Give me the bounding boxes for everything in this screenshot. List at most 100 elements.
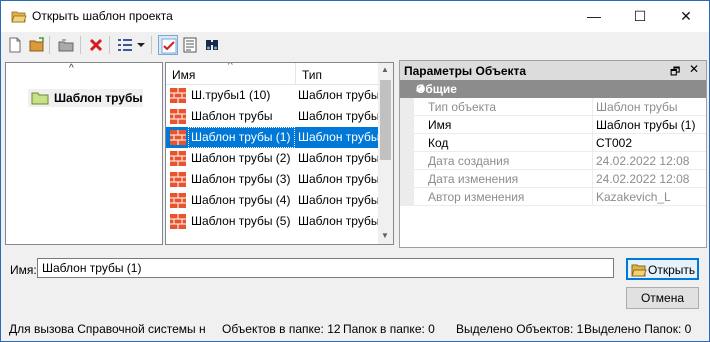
scroll-up-arrow-icon[interactable]: ▲ — [381, 65, 389, 74]
row-name: Ш.трубы1 (10) — [191, 88, 271, 102]
property-key: Автор изменения — [428, 190, 525, 204]
property-key: Дата изменения — [428, 172, 519, 186]
row-gutter — [400, 170, 414, 188]
sort-indicator-icon: ^ — [228, 62, 233, 71]
status-selected-objects: Выделено Объектов: 1 — [456, 322, 584, 336]
row-gutter — [400, 98, 414, 116]
name-input[interactable] — [37, 258, 614, 278]
property-value: Kazakevich_L — [596, 190, 671, 204]
dropdown-arrow-icon — [137, 43, 145, 47]
new-document-icon — [9, 37, 21, 53]
row-type: Шаблон трубы — [298, 193, 378, 207]
row-type: Шаблон трубы — [298, 172, 378, 186]
folder-icon — [31, 92, 49, 105]
tree-item-pipe-template[interactable]: Шаблон трубы — [28, 89, 143, 107]
property-divider — [592, 152, 593, 170]
property-row: Дата создания 24.02.2022 12:08 — [400, 152, 706, 170]
list-row[interactable]: Шаблон трубы (1) Шаблон трубы — [166, 127, 378, 148]
cancel-button[interactable]: Отмена — [626, 287, 699, 309]
view-list-button[interactable] — [115, 35, 135, 55]
property-row[interactable]: Код CT002 — [400, 134, 706, 152]
list-scrollbar[interactable]: ▲ ▼ — [378, 63, 393, 244]
property-divider — [592, 116, 593, 134]
property-divider — [592, 188, 593, 206]
properties-close-icon[interactable]: ✕ — [689, 62, 699, 76]
group-general[interactable]: ◢ Общие — [400, 80, 706, 98]
property-divider — [592, 170, 593, 188]
list-row[interactable]: Шаблон трубы (3) Шаблон трубы — [166, 169, 378, 190]
list-row[interactable]: Шаблон трубы (5) Шаблон трубы — [166, 211, 378, 232]
brick-icon — [170, 214, 186, 229]
tree-item-label: Шаблон трубы — [54, 91, 143, 105]
details-button[interactable] — [180, 35, 200, 55]
details-icon — [183, 37, 197, 53]
properties-title: Параметры Объекта — [404, 64, 527, 78]
find-icon — [206, 40, 218, 50]
row-gutter — [400, 116, 414, 134]
object-properties-panel: Параметры Объекта 🗗 ✕ ◢ Общие Тип объект… — [399, 60, 707, 248]
brick-icon — [170, 172, 186, 187]
row-type: Шаблон трубы — [298, 88, 378, 102]
new-folder-button[interactable] — [27, 35, 47, 55]
open-button[interactable]: Открыть — [626, 258, 699, 280]
property-divider — [592, 98, 593, 116]
folder-tree[interactable]: ^ Шаблон трубы — [5, 62, 163, 245]
scroll-down-arrow-icon[interactable]: ▼ — [381, 231, 389, 240]
folder-open-icon — [11, 11, 27, 23]
property-value: 24.02.2022 12:08 — [596, 172, 690, 186]
property-value[interactable]: CT002 — [596, 136, 632, 150]
title-bar[interactable]: Открыть шаблон проекта — ☐ ✕ — [1, 1, 709, 32]
find-button[interactable] — [202, 35, 222, 55]
group-label: Общие — [416, 82, 457, 96]
new-document-button[interactable] — [5, 35, 25, 55]
status-objects-count: Объектов в папке: 12 — [222, 322, 341, 336]
property-row: Автор изменения Kazakevich_L — [400, 188, 706, 206]
property-value: 24.02.2022 12:08 — [596, 154, 690, 168]
row-name: Шаблон трубы (2) — [191, 151, 291, 165]
property-key: Дата создания — [428, 154, 510, 168]
toolbar-separator — [49, 36, 50, 54]
brick-icon — [170, 193, 186, 208]
property-row: Дата изменения 24.02.2022 12:08 — [400, 170, 706, 188]
column-header-type[interactable]: Тип — [302, 68, 322, 82]
status-folders-count: Папок в папке: 0 — [343, 322, 435, 336]
list-row[interactable]: Шаблон трубы (4) Шаблон трубы — [166, 190, 378, 211]
list-row[interactable]: Ш.трубы1 (10) Шаблон трубы — [166, 85, 378, 106]
view-dropdown-button[interactable] — [135, 35, 147, 55]
minimize-button[interactable]: — — [571, 1, 617, 32]
brick-icon — [170, 88, 186, 103]
row-name: Шаблон трубы (3) — [191, 172, 291, 186]
template-list[interactable]: ^ Имя Тип Ш.трубы1 (10) Шаблон трубы Шабло… — [165, 62, 394, 245]
column-divider[interactable] — [295, 63, 296, 85]
delete-button[interactable] — [86, 35, 106, 55]
close-button[interactable]: ✕ — [663, 1, 709, 32]
row-name: Шаблон трубы — [191, 109, 273, 123]
property-row: Тип объекта Шаблон трубы — [400, 98, 706, 116]
property-key: Код — [428, 136, 449, 150]
open-button-label: Открыть — [648, 263, 696, 277]
property-value: Шаблон трубы — [596, 100, 678, 114]
scroll-thumb[interactable] — [380, 80, 391, 160]
toolbar-separator — [80, 36, 81, 54]
status-bar: Для вызова Справочной системы н Объектов… — [1, 319, 709, 339]
properties-header: Параметры Объекта 🗗 ✕ — [400, 61, 706, 80]
status-selected-folders: Выделено Папок: 0 — [584, 322, 692, 336]
brick-icon — [170, 130, 186, 145]
checked-view-button[interactable] — [158, 35, 178, 55]
open-folder-icon — [29, 37, 44, 52]
row-type: Шаблон трубы — [298, 151, 378, 165]
row-gutter — [400, 152, 414, 170]
property-row[interactable]: Имя Шаблон трубы (1) — [400, 116, 706, 134]
maximize-button[interactable]: ☐ — [617, 1, 663, 32]
toolbar-separator — [109, 36, 110, 54]
name-label: Имя: — [10, 263, 37, 277]
delete-icon — [89, 38, 103, 52]
folder-up-button[interactable] — [56, 35, 76, 55]
tree-scroll-up[interactable]: ^ — [69, 63, 74, 74]
row-type: Шаблон трубы — [298, 214, 378, 228]
property-value[interactable]: Шаблон трубы (1) — [596, 118, 695, 132]
list-row[interactable]: Шаблон трубы (2) Шаблон трубы — [166, 148, 378, 169]
view-list-icon — [118, 39, 132, 51]
list-row[interactable]: Шаблон трубы Шаблон трубы — [166, 106, 378, 127]
column-header-name[interactable]: Имя — [172, 68, 195, 82]
